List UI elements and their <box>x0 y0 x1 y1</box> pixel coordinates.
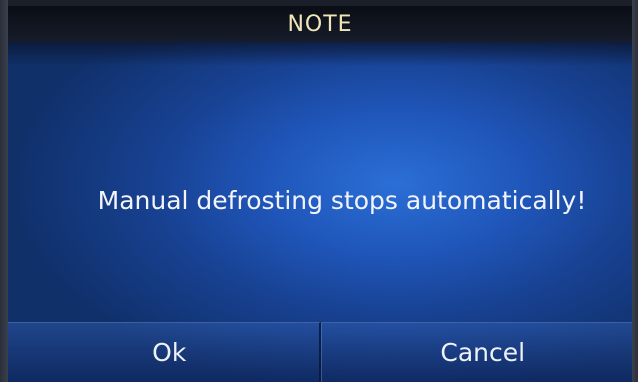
dialog-title: NOTE <box>287 11 353 37</box>
cancel-button[interactable]: Cancel <box>320 322 632 382</box>
dialog-message: Manual defrosting stops automatically! <box>97 186 587 215</box>
ok-button[interactable]: Ok <box>8 322 321 382</box>
dialog-title-bar: NOTE <box>8 6 632 42</box>
cancel-button-label: Cancel <box>440 338 526 367</box>
title-bar-shadow <box>8 42 632 66</box>
screen-bezel-right <box>632 0 638 382</box>
dialog-button-row: Ok Cancel <box>8 322 632 382</box>
ok-button-label: Ok <box>152 338 187 367</box>
dialog-message-container: Manual defrosting stops automatically! <box>8 186 632 215</box>
device-screen: NOTE Manual defrosting stops automatical… <box>0 0 638 382</box>
screen-bezel-left <box>0 0 8 382</box>
